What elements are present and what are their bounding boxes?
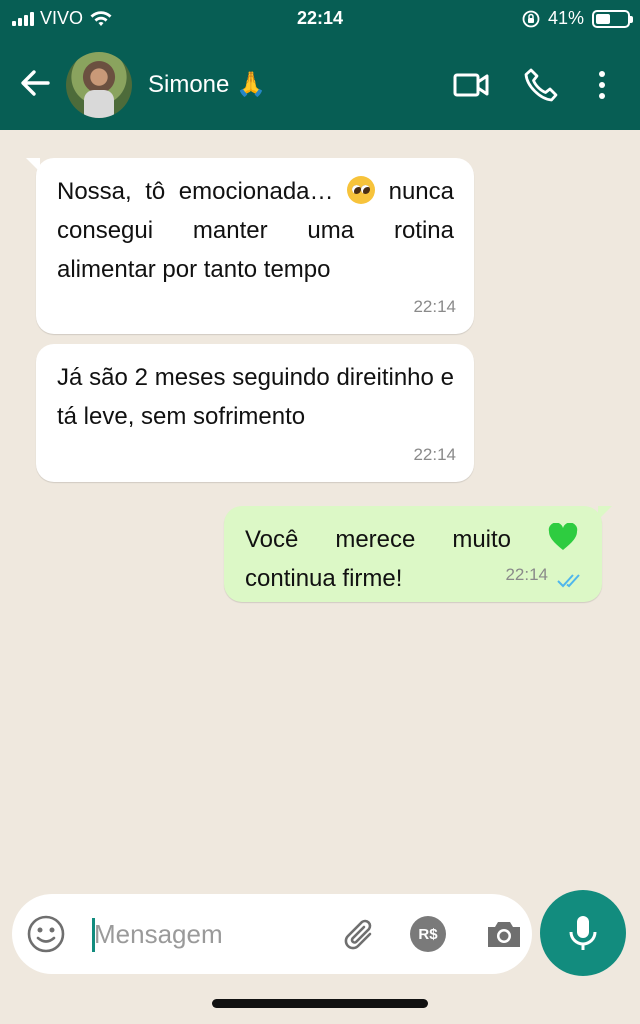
message-text: Nossa, tô emocionada… nunca consegui man… [57, 176, 454, 283]
more-options-icon[interactable] [584, 66, 622, 104]
pleading-face-emoji-icon [347, 176, 376, 204]
green-heart-emoji-icon [548, 523, 578, 550]
status-bar: VIVO 22:14 41% [0, 0, 640, 38]
voice-call-icon[interactable] [522, 66, 560, 104]
chat-area[interactable]: Nossa, tô emocionada… nunca consegui man… [0, 130, 640, 890]
contact-avatar[interactable] [66, 52, 132, 118]
payment-icon[interactable]: R$ [410, 916, 446, 952]
microphone-icon [569, 916, 597, 950]
chat-header: Simone 🙏 [0, 46, 640, 122]
message-composer: R$ [12, 894, 532, 974]
battery-icon [592, 9, 633, 28]
camera-icon[interactable] [484, 914, 524, 954]
contact-name[interactable]: Simone 🙏 [148, 70, 266, 99]
message-bubble-incoming[interactable]: Já são 2 meses seguindo direitinho e tá … [36, 344, 474, 482]
read-receipt-icon [557, 574, 580, 588]
voice-message-button[interactable] [540, 890, 626, 976]
home-indicator[interactable] [212, 999, 428, 1008]
battery-percentage: 41% [547, 8, 584, 28]
back-arrow-icon[interactable] [18, 66, 52, 100]
message-time: 22:14 [413, 297, 456, 316]
message-time: 22:14 [413, 445, 456, 464]
attach-icon[interactable] [340, 914, 380, 954]
video-call-icon[interactable] [452, 66, 490, 104]
message-text: Já são 2 meses seguindo direitinho e tá … [57, 364, 454, 430]
emoji-icon[interactable] [26, 914, 66, 954]
top-bar: VIVO 22:14 41% Simone 🙏 [0, 0, 640, 130]
message-bubble-outgoing[interactable]: Você merece muito continua firme! 22:14 [224, 506, 612, 602]
message-bubble-incoming[interactable]: Nossa, tô emocionada… nunca consegui man… [26, 158, 474, 334]
message-input[interactable] [94, 916, 324, 952]
orientation-lock-icon [522, 10, 540, 27]
message-time: 22:14 [505, 565, 548, 584]
